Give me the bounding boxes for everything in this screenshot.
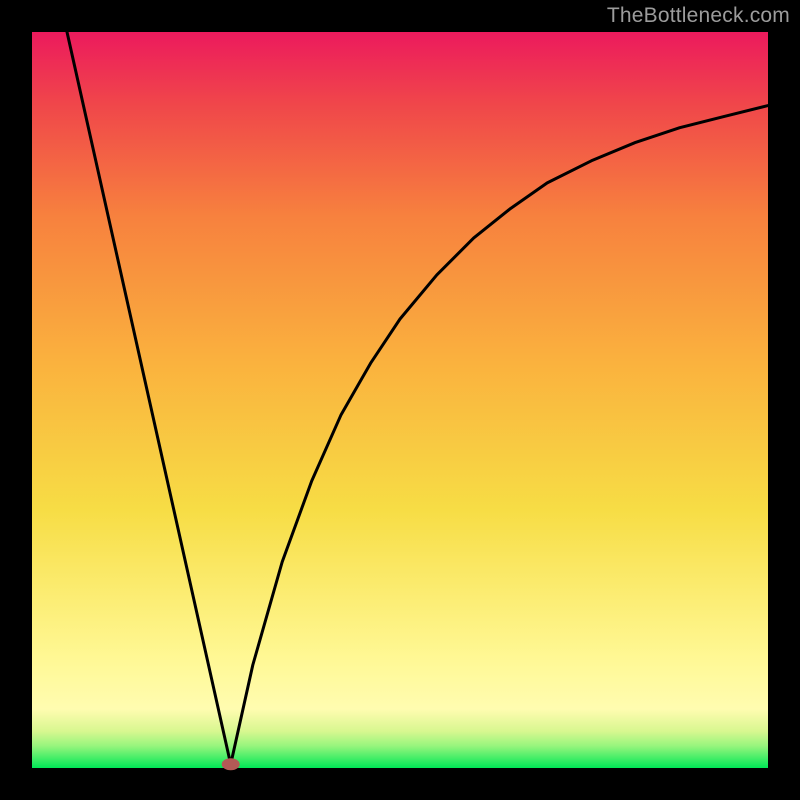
watermark: TheBottleneck.com [607, 4, 790, 28]
curve-left-descent [67, 32, 231, 764]
curve-layer [32, 32, 768, 768]
curve-right-rise [231, 106, 768, 765]
minimum-marker [222, 758, 240, 770]
chart-frame: TheBottleneck.com [0, 0, 800, 800]
plot-area [32, 32, 768, 768]
